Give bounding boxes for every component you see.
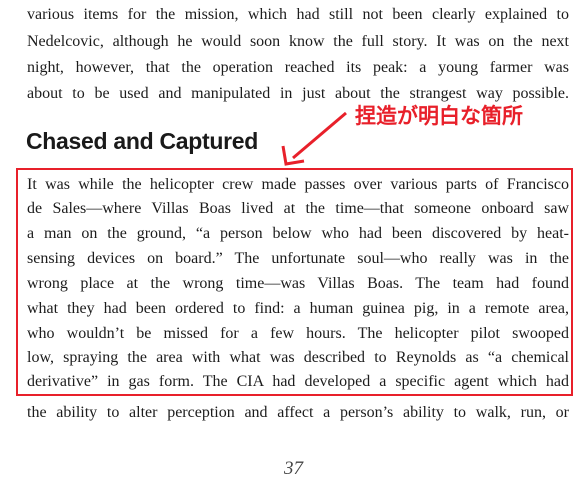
highlighted-text-line: wrong place at the wrong time—was Villas…	[27, 275, 569, 292]
body-text-line: night, however, that the operation reach…	[27, 59, 569, 76]
highlighted-text-line: It was while the helicopter crew made pa…	[27, 176, 569, 193]
page-number: 37	[284, 458, 303, 479]
section-heading: Chased and Captured	[26, 128, 259, 154]
highlighted-text-line: de Sales—where Villas Boas lived at the …	[27, 200, 569, 217]
highlighted-text-line: who wouldn’t be missed for a few hours. …	[27, 325, 569, 342]
body-text-line: Nedelcovic, although he would soon know …	[27, 33, 569, 50]
highlighted-text-line: derivative” in gas form. The CIA had dev…	[27, 373, 569, 390]
highlighted-text-line: sensing devices on board.” The unfortuna…	[27, 250, 569, 267]
highlighted-text-line: a man on the ground, “a person below who…	[27, 225, 569, 242]
highlighted-text-line: what they had been ordered to find: a hu…	[27, 300, 569, 317]
body-text-line: various items for the mission, which had…	[27, 6, 569, 23]
fabrication-annotation-label: 捏造が明白な箇所	[355, 104, 523, 128]
body-text-line: the ability to alter perception and affe…	[27, 404, 569, 421]
highlighted-text-line: low, spraying the area with what was des…	[27, 349, 569, 366]
